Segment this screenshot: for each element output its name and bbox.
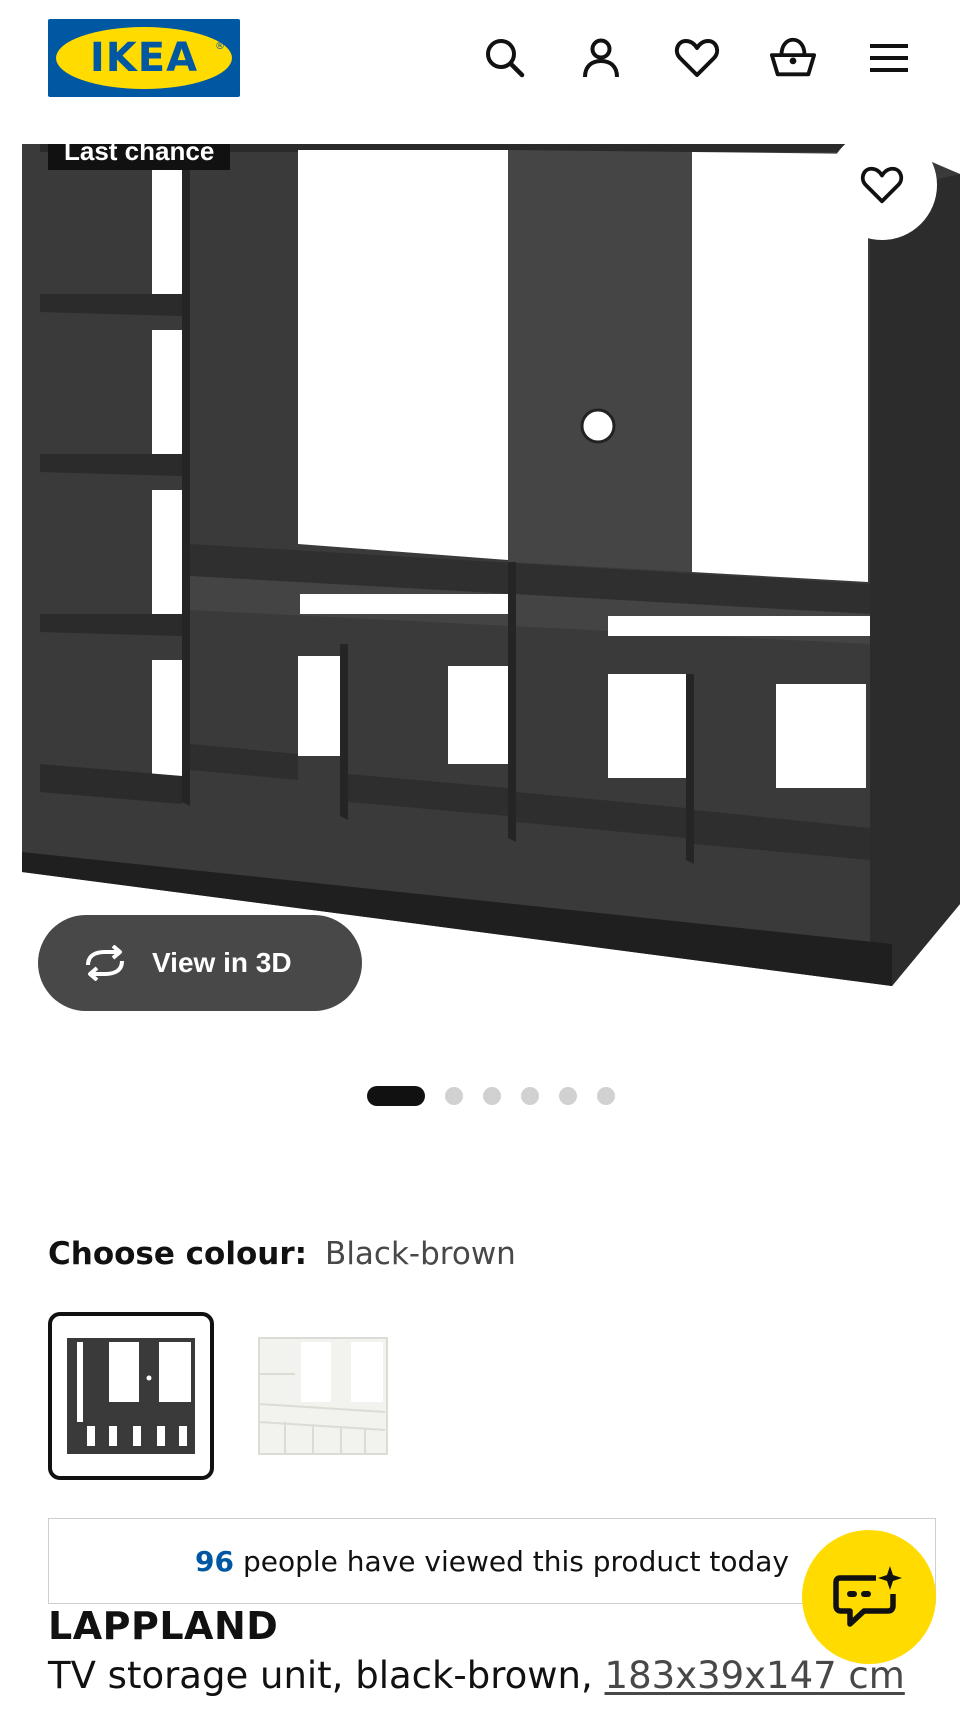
carousel-dot-active[interactable] [367, 1086, 425, 1106]
carousel-dot[interactable] [559, 1087, 577, 1105]
chat-assistant-button[interactable] [802, 1530, 936, 1664]
search-icon[interactable] [481, 34, 529, 82]
product-description-text: TV storage unit, black-brown, [48, 1654, 605, 1697]
rotate-3d-icon [86, 945, 124, 981]
logo-text: IKEA [89, 35, 199, 81]
colour-swatch-black-brown[interactable] [48, 1312, 214, 1480]
ikea-logo[interactable]: IKEA ® [48, 19, 240, 97]
registered-mark: ® [215, 41, 225, 52]
selected-colour-value: Black-brown [325, 1236, 516, 1272]
product-image-carousel[interactable]: Last chance View in 3D [0, 144, 960, 1024]
colour-swatch-white[interactable] [240, 1312, 406, 1480]
white-thumbnail [258, 1337, 388, 1455]
carousel-dot[interactable] [597, 1087, 615, 1105]
colour-chooser-heading: Choose colour: Black-brown [48, 1236, 516, 1272]
heart-icon [860, 166, 904, 204]
basket-icon[interactable] [769, 34, 817, 82]
menu-icon[interactable] [865, 34, 913, 82]
viewed-text: people have viewed this product today [242, 1544, 789, 1578]
chat-sparkle-icon [833, 1566, 902, 1627]
heart-icon[interactable] [673, 34, 721, 82]
product-name: LAPPLAND [48, 1604, 279, 1648]
carousel-dot[interactable] [445, 1087, 463, 1105]
site-header: IKEA ® [0, 0, 960, 144]
last-chance-badge: Last chance [48, 144, 231, 170]
carousel-dot[interactable] [521, 1087, 539, 1105]
view-in-3d-button[interactable]: View in 3D [38, 915, 362, 1011]
black-brown-thumbnail [67, 1338, 195, 1454]
viewed-count: 96 [195, 1544, 234, 1578]
choose-colour-label: Choose colour: [48, 1236, 308, 1272]
account-icon[interactable] [577, 34, 625, 82]
tv-storage-unit-image [22, 144, 960, 986]
carousel-dot[interactable] [483, 1087, 501, 1105]
view-in-3d-label: View in 3D [152, 947, 292, 978]
product-description: TV storage unit, black-brown, 183x39x147… [48, 1654, 905, 1697]
carousel-indicator [0, 1086, 960, 1106]
